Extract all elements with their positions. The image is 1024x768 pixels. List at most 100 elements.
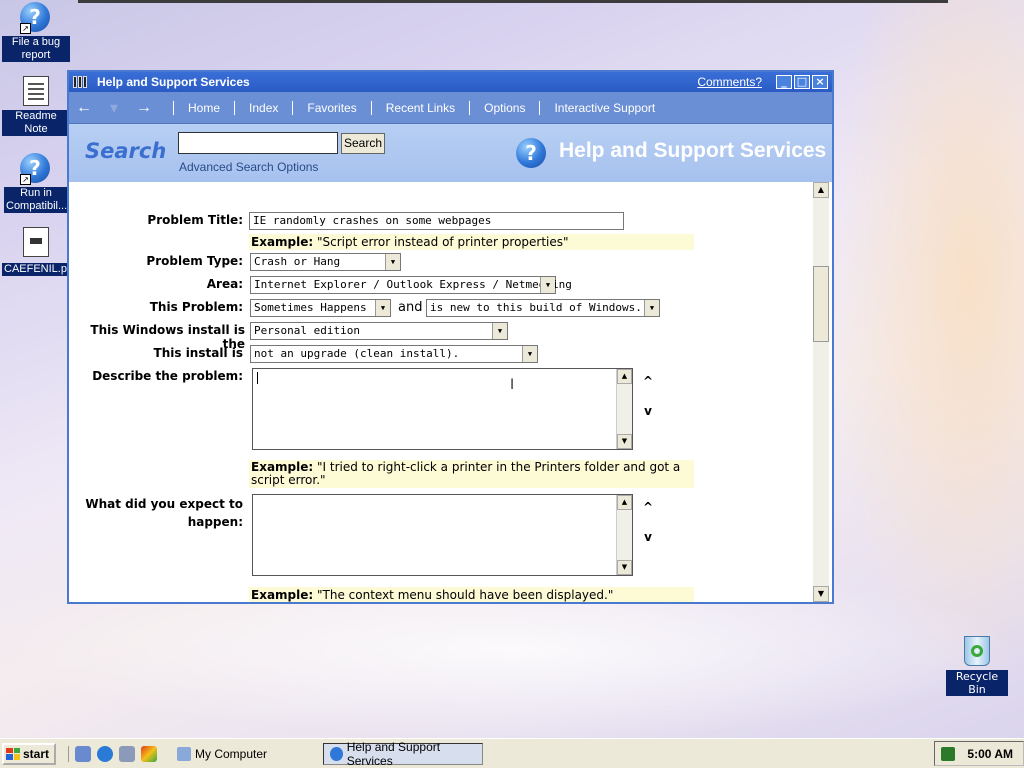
ibeam-cursor-icon: I xyxy=(510,377,515,393)
area-label: Area: xyxy=(206,277,243,291)
taskbar: start My Computer Help and Support Servi… xyxy=(0,738,1024,768)
desktop-icon-run-in-compatibility[interactable]: ? ↗ Run in Compatibil... xyxy=(2,153,70,213)
my-computer-icon xyxy=(177,746,191,761)
window-titlebar[interactable]: Help and Support Services Comments? _ □ … xyxy=(69,72,832,92)
bug-report-form: Problem Title: IE randomly crashes on so… xyxy=(69,182,832,602)
desktop-icon-label: CAEFENIL.ph xyxy=(2,263,76,276)
desktop-icon-file-a-bug-report[interactable]: ? ↗ File a bug report xyxy=(2,2,70,62)
system-tray: 5:00 AM xyxy=(934,741,1024,766)
select-value: not an upgrade (clean install). xyxy=(254,347,460,360)
task-label: My Computer xyxy=(195,746,268,761)
page-scrollbar[interactable]: ▲ ▼ xyxy=(813,182,829,602)
close-button[interactable]: × xyxy=(812,75,828,89)
back-dropdown-icon: ▾ xyxy=(109,99,119,117)
scroll-up-icon[interactable]: ▲ xyxy=(813,182,829,198)
nav-separator xyxy=(292,100,294,115)
quick-launch xyxy=(68,745,157,762)
nav-interactive-support[interactable]: Interactive Support xyxy=(554,101,655,115)
dropdown-arrow-icon[interactable]: ▼ xyxy=(385,254,400,270)
task-label: Help and Support Services xyxy=(346,739,441,768)
nav-separator xyxy=(539,100,541,115)
example-text: "Script error instead of printer propert… xyxy=(313,235,569,249)
help-question-icon: ? ↗ xyxy=(20,153,52,185)
dropdown-arrow-icon[interactable]: ▼ xyxy=(540,277,555,293)
comments-link[interactable]: Comments? xyxy=(697,75,762,89)
textarea-scrollbar[interactable]: ▲ ▼ xyxy=(616,495,632,575)
scroll-down-icon[interactable]: ▼ xyxy=(813,586,829,602)
dropdown-arrow-icon[interactable]: ▼ xyxy=(644,300,659,316)
recycle-bin-label: Recycle Bin xyxy=(946,670,1008,696)
expand-down-icon[interactable]: v xyxy=(643,531,653,543)
maximize-button[interactable]: □ xyxy=(794,75,810,89)
clock[interactable]: 5:00 AM xyxy=(967,747,1013,761)
minimize-button[interactable]: _ xyxy=(776,75,792,89)
nav-separator xyxy=(234,100,236,115)
nav-index[interactable]: Index xyxy=(249,101,278,115)
desktop-icon-caefenil[interactable]: CAEFENIL.ph xyxy=(2,227,76,276)
expand-up-icon[interactable]: ^ xyxy=(643,501,653,513)
nav-separator xyxy=(173,100,174,115)
scroll-down-icon[interactable]: ▼ xyxy=(617,434,632,449)
tray-network-icon[interactable] xyxy=(941,747,955,761)
desktop-icon-label: File a bug report xyxy=(2,36,70,62)
textarea-scrollbar[interactable]: ▲ ▼ xyxy=(616,369,632,449)
scroll-up-icon[interactable]: ▲ xyxy=(617,495,632,510)
this-problem-build-select[interactable]: is new to this build of Windows. ▼ xyxy=(426,299,660,317)
windows-media-icon[interactable] xyxy=(141,745,157,762)
nav-home[interactable]: Home xyxy=(188,101,220,115)
file-document-icon xyxy=(20,227,52,259)
help-question-icon: ? ↗ xyxy=(20,2,52,34)
window-app-icon xyxy=(73,76,87,88)
task-help-and-support[interactable]: Help and Support Services xyxy=(323,739,483,768)
dropdown-arrow-icon[interactable]: ▼ xyxy=(522,346,537,362)
scroll-down-icon[interactable]: ▼ xyxy=(617,560,632,575)
internet-explorer-icon[interactable] xyxy=(97,745,113,762)
dropdown-arrow-icon[interactable]: ▼ xyxy=(375,300,390,316)
start-button[interactable]: start xyxy=(2,742,56,765)
windows-explorer-icon[interactable] xyxy=(119,745,135,762)
install-type-select[interactable]: not an upgrade (clean install). ▼ xyxy=(250,345,538,363)
example-label: Example: xyxy=(251,460,314,474)
problem-title-example: Example: "Script error instead of printe… xyxy=(249,234,694,250)
nav-options[interactable]: Options xyxy=(484,101,525,115)
expect-example: Example: "The context menu should have b… xyxy=(249,587,694,602)
nav-favorites[interactable]: Favorites xyxy=(307,101,356,115)
problem-type-select[interactable]: Crash or Hang ▼ xyxy=(250,253,401,271)
select-value: Crash or Hang xyxy=(254,255,341,268)
nav-recent-links[interactable]: Recent Links xyxy=(386,101,455,115)
search-input[interactable] xyxy=(178,132,338,154)
dropdown-arrow-icon[interactable]: ▼ xyxy=(492,323,507,339)
navigation-bar: ← ▾ → Home Index Favorites Recent Links … xyxy=(69,92,832,124)
nav-separator xyxy=(469,100,471,115)
describe-textarea[interactable]: ▲ ▼ xyxy=(252,368,633,450)
search-band: Search Search Advanced Search Options ? … xyxy=(69,124,832,182)
install-edition-select[interactable]: Personal edition ▼ xyxy=(250,322,508,340)
expand-down-icon[interactable]: v xyxy=(643,405,653,417)
search-button[interactable]: Search xyxy=(341,133,385,154)
example-text: "The context menu should have been displ… xyxy=(313,588,614,602)
windows-logo-icon xyxy=(6,747,20,760)
expect-textarea[interactable]: ▲ ▼ xyxy=(252,494,633,576)
expand-up-icon[interactable]: ^ xyxy=(643,375,653,387)
this-problem-frequency-select[interactable]: Sometimes Happens ▼ xyxy=(250,299,391,317)
forward-arrow-icon[interactable]: → xyxy=(129,99,159,117)
desktop-icon-recycle-bin[interactable]: Recycle Bin xyxy=(946,636,1008,696)
problem-title-input[interactable]: IE randomly crashes on some webpages xyxy=(249,212,624,230)
task-my-computer[interactable]: My Computer xyxy=(171,743,321,765)
scroll-up-icon[interactable]: ▲ xyxy=(617,369,632,384)
back-arrow-icon[interactable]: ← xyxy=(69,99,99,117)
search-label: Search xyxy=(85,139,167,163)
expect-label: What did you expect to happen: xyxy=(73,495,243,531)
scroll-thumb[interactable] xyxy=(813,266,829,342)
advanced-search-link[interactable]: Advanced Search Options xyxy=(179,160,318,174)
desktop-icon-readme-note[interactable]: Readme Note xyxy=(2,76,70,136)
nav-separator xyxy=(370,100,372,115)
desktop-icon-label: Readme Note xyxy=(2,110,70,136)
describe-example: Example: "I tried to right-click a print… xyxy=(249,460,694,488)
show-desktop-icon[interactable] xyxy=(75,745,91,762)
help-question-icon xyxy=(330,746,343,761)
area-select[interactable]: Internet Explorer / Outlook Express / Ne… xyxy=(250,276,572,294)
start-label: start xyxy=(23,746,50,761)
install-type-label: This install is xyxy=(153,346,243,360)
expect-label-line2: happen: xyxy=(187,515,243,529)
